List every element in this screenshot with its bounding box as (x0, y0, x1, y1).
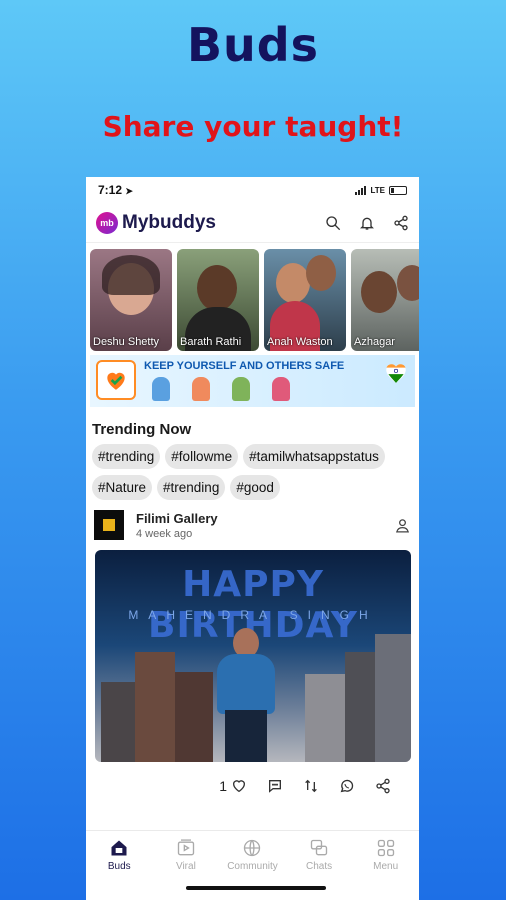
post-header: Filimi Gallery 4 week ago (86, 500, 419, 540)
search-icon[interactable] (325, 215, 341, 231)
story-name: Azhagar (354, 336, 395, 348)
building-graphic (375, 634, 411, 762)
globe-icon (244, 839, 261, 856)
banner-text: KEEP YOURSELF AND OTHERS SAFE (144, 360, 345, 372)
post-author[interactable]: Filimi Gallery (136, 511, 394, 526)
hashtag-chip[interactable]: #good (230, 475, 280, 500)
safety-banner[interactable]: KEEP YOURSELF AND OTHERS SAFE (90, 355, 415, 407)
story-card[interactable]: Anah Waston (264, 249, 346, 351)
status-time: 7:12 ➤ (98, 183, 133, 197)
building-graphic (175, 672, 213, 762)
home-indicator[interactable] (186, 886, 326, 890)
image-subtitle: MAHENDRA SINGH (128, 608, 378, 622)
nav-label: Menu (373, 860, 399, 872)
hashtag-chip[interactable]: #followme (165, 444, 239, 469)
india-flag-icon (386, 364, 406, 383)
logo-icon: mb (96, 211, 118, 234)
bottom-nav: Buds Viral Community Chats Menu (86, 830, 419, 878)
person-graphic (225, 710, 267, 762)
nav-label: Viral (175, 860, 196, 872)
location-arrow-icon: ➤ (125, 186, 133, 196)
trending-title: Trending Now (92, 421, 192, 438)
whatsapp-icon[interactable] (339, 778, 355, 794)
story-photo (361, 271, 397, 313)
nav-viral[interactable]: Viral (153, 831, 220, 878)
follow-user-icon[interactable] (394, 517, 411, 534)
story-photo (276, 263, 310, 303)
heart-icon (233, 780, 245, 793)
story-name: Anah Waston (267, 336, 333, 348)
story-card[interactable]: Azhagar (351, 249, 419, 351)
story-photo (306, 255, 336, 291)
home-icon (111, 840, 127, 855)
app-name: Mybuddys (122, 211, 216, 233)
post-time: 4 week ago (136, 527, 193, 540)
nav-menu[interactable]: Menu (352, 831, 419, 878)
nav-label: Buds (107, 860, 131, 872)
signal-icon (355, 185, 367, 195)
like-button[interactable]: 1 (219, 778, 247, 794)
hashtag-chip[interactable]: #trending (92, 444, 161, 469)
post-actions: 1 (86, 762, 419, 794)
comment-icon[interactable] (267, 778, 283, 794)
story-photo (397, 265, 419, 301)
nav-label: Chats (306, 860, 333, 872)
heart-check-icon (96, 360, 136, 400)
story-hair (102, 255, 160, 295)
story-card[interactable]: Deshu Shetty (90, 249, 172, 351)
nav-label: Community (227, 860, 278, 872)
building-graphic (305, 674, 345, 762)
story-card[interactable]: Barath Rathi (177, 249, 259, 351)
hashtag-chip[interactable]: #Nature (92, 475, 153, 500)
nav-buds[interactable]: Buds (86, 831, 153, 878)
building-graphic (101, 682, 135, 762)
status-indicators: LTE (355, 185, 407, 195)
hashtag-chip[interactable]: #trending (157, 475, 226, 500)
banner-illustrations (152, 377, 290, 401)
building-graphic (345, 652, 375, 762)
share-icon[interactable] (393, 215, 409, 231)
bell-icon[interactable] (359, 215, 375, 231)
promo-subtitle: Share your taught! (102, 110, 404, 143)
post-image[interactable]: HAPPY BIRTHDAY MAHENDRA SINGH (95, 550, 411, 762)
chat-icon (310, 839, 328, 855)
share-icon[interactable] (375, 778, 391, 794)
like-count: 1 (219, 778, 227, 794)
status-bar: 7:12 ➤ LTE (86, 177, 419, 203)
stories-row[interactable]: Deshu Shetty Barath Rathi Anah Waston Az… (86, 243, 419, 351)
avatar[interactable] (94, 510, 124, 540)
clock-text: 7:12 (98, 183, 123, 197)
video-icon (177, 838, 195, 855)
repost-icon[interactable] (303, 778, 319, 794)
trending-tags: #trending #followme #tamilwhatsappstatus… (86, 438, 419, 500)
story-photo (197, 265, 237, 311)
story-name: Deshu Shetty (93, 336, 160, 348)
phone-screen: 7:12 ➤ LTE mb Mybuddys Deshu Shetty Bara… (86, 177, 419, 900)
nav-community[interactable]: Community (219, 831, 286, 878)
nav-chats[interactable]: Chats (286, 831, 353, 878)
app-header: mb Mybuddys (86, 203, 419, 243)
grid-icon (377, 839, 394, 856)
promo-title: Buds (186, 18, 320, 72)
network-label: LTE (370, 185, 385, 195)
person-graphic (217, 654, 275, 714)
story-name: Barath Rathi (180, 336, 242, 348)
battery-icon (389, 185, 407, 195)
building-graphic (135, 652, 175, 762)
hashtag-chip[interactable]: #tamilwhatsappstatus (243, 444, 385, 469)
